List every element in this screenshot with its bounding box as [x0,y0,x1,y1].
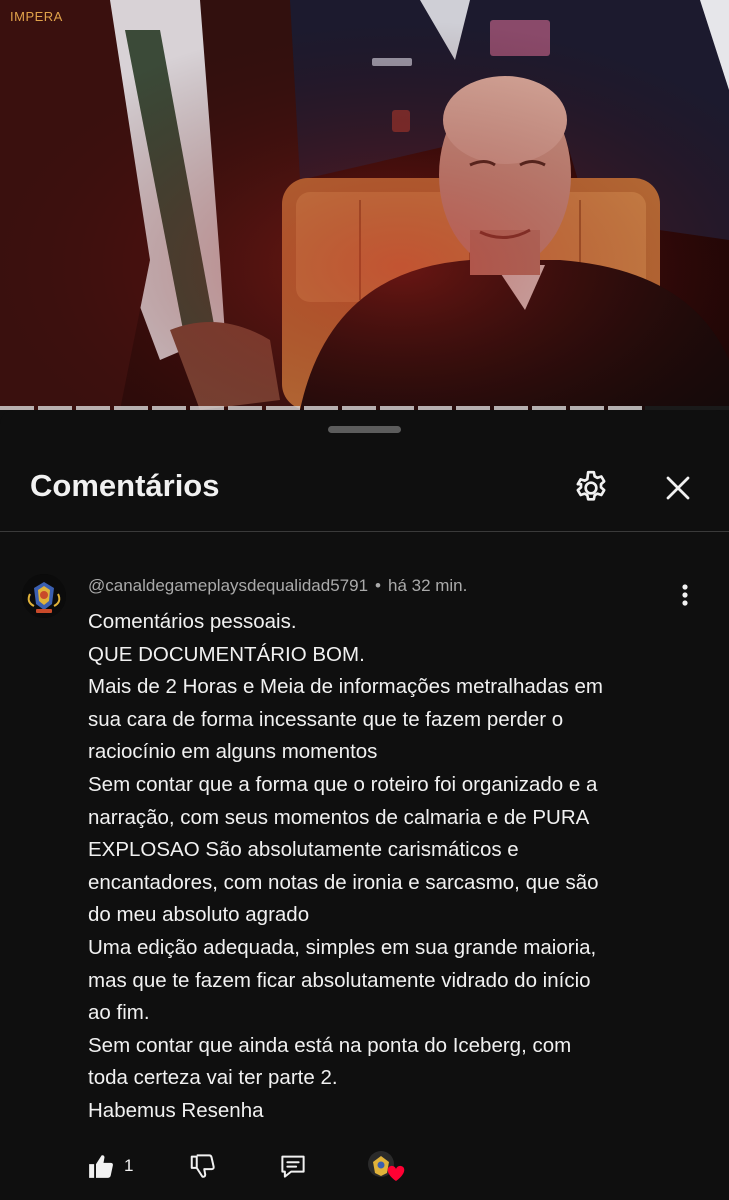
creator-heart-icon [368,1151,405,1181]
comment-meta: @canaldegameplaysdequalidad5791 • há 32 mi… [88,576,467,596]
comment-line: narração, com seus momentos de calmaria … [88,805,590,829]
comment-line: do meu absoluto agrado [88,903,310,927]
video-watermark: IMPERA [10,9,63,24]
close-button[interactable] [656,466,700,510]
thumbs-up-icon [89,1155,113,1178]
comment-time: há 32 min. [387,576,468,595]
avatar-emblem-icon [22,574,66,618]
comment-line: Habemus Resenha [88,1098,264,1122]
comment-line: ao fim. [88,1001,150,1025]
header-divider [0,531,729,532]
like-button[interactable]: 1 [86,1146,133,1186]
comment-line: QUE DOCUMENTÁRIO BOM. [88,642,365,666]
comment-line: Mais de 2 Horas e Meia de informações me… [88,675,604,699]
dislike-button[interactable] [188,1146,218,1186]
drag-handle[interactable] [328,426,401,433]
comments-header: Comentários [0,450,729,530]
comment-line: raciocínio em alguns momentos [88,740,378,764]
reply-button[interactable] [278,1146,308,1186]
comment-actions: 1 [0,1146,729,1190]
comment-text: Comentários pessoais. QUE DOCUMENTÁRIO B… [88,606,688,1128]
comment-line: Sem contar que ainda está na ponta do Ic… [88,1033,572,1057]
comments-panel: Comentários @canaldegameplaysdequalidad5… [0,410,729,1200]
gear-icon [576,470,606,501]
video-player[interactable]: IMPERA [0,0,729,410]
comment-line: toda certeza vai ter parte 2. [88,1066,338,1090]
close-icon [666,476,690,500]
panel-title: Comentários [30,468,220,503]
avatar[interactable] [22,574,66,618]
comment-author[interactable]: @canaldegameplaysdequalidad5791 [88,576,368,595]
like-count: 1 [124,1156,134,1175]
comment-line: Sem contar que a forma que o roteiro foi… [88,772,598,796]
reply-icon [281,1155,305,1178]
thumbs-down-icon [190,1154,215,1178]
comment-line: Uma edição adequada, simples em sua gran… [88,935,597,959]
comment-line: Comentários pessoais. [88,610,297,633]
meta-separator: • [375,576,381,595]
comment-line: EXPLOSAO São absolutamente carismáticos … [88,838,519,862]
settings-button[interactable] [569,466,613,510]
comment-line: encantadores, com notas de ironia e sarc… [88,870,599,894]
video-frame [0,0,729,410]
more-vert-icon [682,584,688,606]
comment-line: sua cara de forma incessante que te faze… [88,707,564,731]
creator-heart [366,1146,406,1186]
comment-line: mas que te fazem ficar absolutamente vid… [88,968,591,992]
